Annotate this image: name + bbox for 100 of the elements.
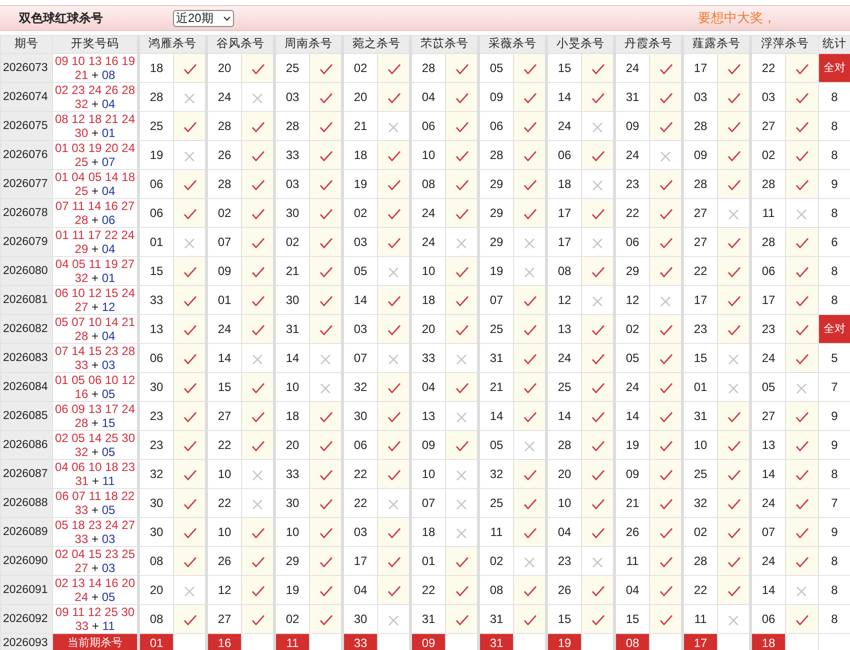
period-cell: 2026093	[0, 634, 52, 650]
kill-number-cell: 24	[206, 82, 242, 112]
main-numbers: 09 11 12 25 30	[55, 605, 135, 620]
column-header: 菀之杀号	[342, 36, 410, 54]
main-numbers: 09 10 13 16 19	[54, 54, 136, 68]
main-numbers: 07 11 14 16 27	[55, 199, 135, 214]
main-number: 33	[74, 358, 88, 372]
kill-number-cell: 05	[750, 372, 786, 402]
main-numbers: 08 12 18 21 24	[54, 112, 136, 126]
kill-number-cell: 24	[546, 112, 582, 141]
bonus-number: 01	[102, 126, 116, 140]
period-cell: 2026077	[0, 170, 52, 199]
kill-number-cell: 27	[682, 198, 718, 228]
bonus-number: 07	[102, 155, 116, 170]
column-header: 鸿雁杀号	[138, 36, 206, 54]
kill-number-cell: 10	[274, 372, 310, 402]
column-header: 周南杀号	[274, 36, 342, 54]
main-numbers: 06 07 11 18 22	[55, 489, 135, 504]
main-number: 27	[74, 300, 88, 314]
plus-sign: +	[91, 184, 98, 198]
kill-number-cell: 02	[478, 546, 514, 576]
kill-number-cell: 14	[206, 344, 242, 373]
plus-sign: +	[91, 590, 98, 604]
plus-sign: +	[91, 68, 98, 82]
stat-cell: 全对	[818, 314, 850, 344]
kill-number-cell: 09	[410, 634, 446, 650]
column-header: 谷风杀号	[206, 36, 274, 54]
period-cell: 2026074	[0, 82, 52, 112]
kill-number-cell: 08	[614, 634, 650, 650]
plus-sign: +	[91, 97, 98, 112]
main-number: 28	[74, 416, 88, 430]
kill-number-cell: 07	[342, 344, 378, 373]
kill-number-cell: 07	[410, 488, 446, 518]
plus-sign: +	[91, 445, 98, 460]
bonus-number: 04	[102, 184, 116, 198]
bonus-number: 03	[102, 561, 116, 576]
column-header: 小旻杀号	[546, 36, 614, 54]
main-number: 21	[74, 68, 88, 82]
bonus-number: 05	[102, 503, 116, 518]
main-number: 32	[74, 445, 88, 460]
main-numbers: 01 03 19 20 24	[54, 141, 136, 156]
kill-number-cell: 11	[750, 198, 786, 228]
kill-number-cell: 21	[342, 112, 378, 141]
main-number: 31	[75, 474, 89, 488]
kill-number-cell: 18	[410, 518, 446, 547]
bonus-number: 04	[102, 242, 116, 256]
kill-number-cell: 01	[682, 372, 718, 402]
bonus-number: 05	[102, 590, 116, 604]
period-cell: 2026086	[0, 430, 52, 460]
kill-number-cell: 31	[478, 634, 514, 650]
kill-number-cell: 19	[478, 256, 514, 286]
kill-number-cell: 23	[546, 546, 582, 576]
main-number: 24	[74, 590, 88, 604]
period-cell: 2026075	[0, 112, 52, 141]
kill-number-cell: 01	[138, 634, 174, 650]
main-numbers: 06 09 13 17 24	[54, 402, 136, 416]
kill-number-cell: 33	[410, 344, 446, 373]
period-cell: 2026089	[0, 518, 52, 547]
column-header: 芣苡杀号	[410, 36, 478, 54]
period-cell: 2026076	[0, 140, 52, 170]
main-number: 27	[74, 561, 88, 576]
plus-sign: +	[91, 561, 98, 576]
main-numbers: 07 14 15 23 28	[54, 344, 136, 358]
column-header: 薤露杀号	[682, 36, 750, 54]
bonus-number: 05	[102, 445, 116, 460]
bonus-number: 12	[102, 300, 116, 314]
period-cell: 2026079	[0, 228, 52, 257]
column-header: 浮萍杀号	[750, 36, 818, 54]
bonus-number: 03	[102, 532, 116, 546]
column-header: 统计	[818, 36, 850, 54]
main-numbers: 04 06 10 18 23	[54, 460, 136, 474]
range-select[interactable]: 近20期	[173, 10, 234, 26]
main-number: 33	[74, 503, 88, 518]
kill-number-cell: 18	[750, 634, 786, 650]
plus-sign: +	[91, 416, 98, 430]
kill-number-cell: 33	[342, 634, 378, 650]
plus-sign: +	[91, 155, 98, 170]
plus-sign: +	[91, 242, 98, 256]
kill-number-cell: 14	[274, 344, 310, 373]
plus-sign: +	[91, 213, 98, 228]
bonus-number: 03	[102, 358, 116, 372]
main-numbers: 05 07 10 14 21	[54, 315, 136, 330]
plus-sign: +	[91, 503, 98, 518]
period-cell: 2026083	[0, 344, 52, 373]
kill-number-cell: 18	[546, 170, 582, 199]
bonus-number: 08	[102, 68, 116, 82]
column-header: 丹霞杀号	[614, 36, 682, 54]
main-numbers: 06 10 12 15 24	[54, 286, 136, 300]
kill-number-cell: 10	[410, 460, 446, 489]
period-cell: 2026073	[0, 54, 52, 83]
period-cell: 2026087	[0, 460, 52, 489]
plus-sign: +	[91, 300, 98, 314]
period-cell: 2026088	[0, 488, 52, 518]
main-numbers: 02 23 24 26 28	[54, 83, 136, 98]
plus-sign: +	[91, 358, 98, 372]
plus-sign: +	[91, 126, 98, 140]
main-number: 25	[74, 184, 88, 198]
main-number: 16	[74, 387, 88, 402]
period-cell: 2026081	[0, 286, 52, 315]
column-header: 期号	[0, 36, 52, 54]
